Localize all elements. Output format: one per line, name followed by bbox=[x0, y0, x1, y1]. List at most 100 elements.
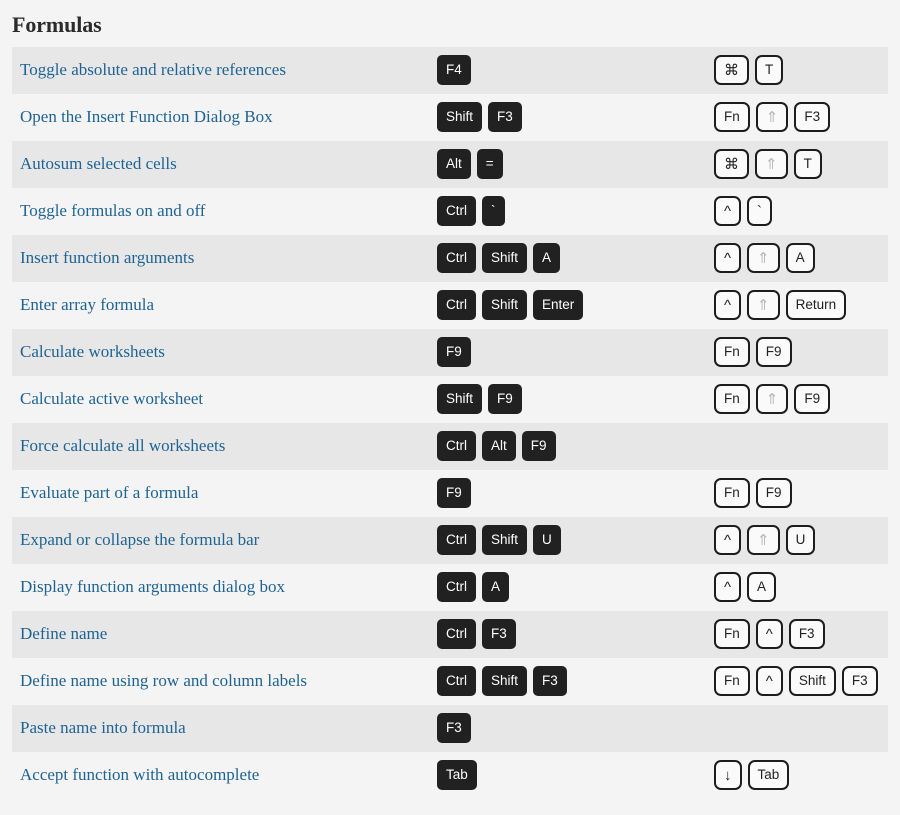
shortcut-description-link[interactable]: Toggle formulas on and off bbox=[12, 200, 437, 222]
shortcut-description-link[interactable]: Autosum selected cells bbox=[12, 153, 437, 175]
mac-keycap: F3 bbox=[841, 666, 878, 696]
shortcut-description-link[interactable]: Evaluate part of a formula bbox=[12, 482, 437, 504]
mac-keycap: Tab bbox=[747, 760, 790, 790]
mac-key-group: ⌘ T bbox=[714, 55, 888, 85]
mac-keycap: F9 bbox=[755, 337, 792, 367]
windows-keycap: Shift bbox=[437, 384, 483, 414]
mac-shortcut-cell: ^ ⇑ U bbox=[714, 517, 888, 564]
mac-shortcut-cell: ⌘ ⇑ T bbox=[714, 141, 888, 188]
shortcut-description-link[interactable]: Define name using row and column labels bbox=[12, 670, 437, 692]
shortcuts-page: Formulas Toggle absolute and relative re… bbox=[0, 0, 900, 815]
shortcut-description-cell: Paste name into formula bbox=[12, 705, 437, 752]
shortcut-description-link[interactable]: Open the Insert Function Dialog Box bbox=[12, 106, 437, 128]
shortcut-description-cell: Define name using row and column labels bbox=[12, 658, 437, 705]
mac-keycap: ^ bbox=[714, 243, 742, 273]
table-row: Evaluate part of a formula F9 Fn F9 bbox=[12, 469, 888, 517]
shortcut-description-link[interactable]: Define name bbox=[12, 623, 437, 645]
windows-keycap: F9 bbox=[437, 478, 471, 508]
windows-keycap: Ctrl bbox=[437, 431, 476, 461]
windows-shortcut-cell: Ctrl ` bbox=[437, 188, 714, 235]
windows-keycap: Ctrl bbox=[437, 619, 476, 649]
mac-keycap: ⇑ bbox=[755, 384, 789, 414]
windows-keycap: F3 bbox=[437, 713, 471, 743]
mac-key-group: ^ ⇑ Return bbox=[714, 290, 888, 320]
mac-key-group: ⌘ ⇑ T bbox=[714, 149, 888, 179]
table-row: Accept function with autocomplete Tab ↓ Tab bbox=[12, 751, 888, 799]
table-row: Calculate active worksheet Shift F9 Fn ⇑ F9 bbox=[12, 375, 888, 423]
windows-key-group: F9 bbox=[437, 337, 714, 367]
mac-shortcut-cell: Fn ^ F3 bbox=[714, 611, 888, 658]
shortcut-description-link[interactable]: Display function arguments dialog box bbox=[12, 576, 437, 598]
mac-shortcut-cell: ^ ` bbox=[714, 188, 888, 235]
windows-keycap: Shift bbox=[437, 102, 483, 132]
shortcut-description-link[interactable]: Toggle absolute and relative references bbox=[12, 59, 437, 81]
mac-keycap: Fn bbox=[714, 619, 750, 649]
mac-keycap: ⇑ bbox=[747, 290, 780, 320]
windows-key-group: Ctrl Shift Enter bbox=[437, 290, 714, 320]
windows-keycap: ` bbox=[482, 196, 505, 226]
mac-shortcut-cell: Fn ^ Shift F3 bbox=[714, 658, 888, 705]
windows-shortcut-cell: Tab bbox=[437, 752, 714, 799]
windows-keycap: F3 bbox=[488, 102, 522, 132]
windows-keycap: Shift bbox=[482, 525, 528, 555]
shortcut-description-link[interactable]: Calculate active worksheet bbox=[12, 388, 437, 410]
windows-shortcut-cell: Ctrl Alt F9 bbox=[437, 423, 714, 470]
mac-keycap: T bbox=[755, 55, 784, 85]
mac-keycap: ↓ bbox=[714, 760, 742, 790]
mac-keycap: ^ bbox=[714, 290, 742, 320]
mac-shortcut-cell: Fn F9 bbox=[714, 470, 888, 517]
windows-key-group: Alt = bbox=[437, 149, 714, 179]
windows-shortcut-cell: Alt = bbox=[437, 141, 714, 188]
table-row: Calculate worksheets F9 Fn F9 bbox=[12, 328, 888, 376]
windows-keycap: Ctrl bbox=[437, 243, 476, 273]
mac-shortcut-cell: ⌘ T bbox=[714, 47, 888, 94]
windows-shortcut-cell: Ctrl Shift U bbox=[437, 517, 714, 564]
windows-key-group: F4 bbox=[437, 55, 714, 85]
mac-shortcut-cell: Fn F9 bbox=[714, 329, 888, 376]
windows-shortcut-cell: Ctrl F3 bbox=[437, 611, 714, 658]
table-row: Insert function arguments Ctrl Shift A ^ ⇑ A bbox=[12, 234, 888, 282]
table-row: Enter array formula Ctrl Shift Enter ^ ⇑ Retur… bbox=[12, 281, 888, 329]
shortcut-description-link[interactable]: Accept function with autocomplete bbox=[12, 764, 437, 786]
shortcut-description-link[interactable]: Force calculate all worksheets bbox=[12, 435, 437, 457]
windows-keycap: A bbox=[533, 243, 561, 273]
shortcut-description-link[interactable]: Insert function arguments bbox=[12, 247, 437, 269]
shortcut-description-link[interactable]: Paste name into formula bbox=[12, 717, 437, 739]
windows-key-group: F9 bbox=[437, 478, 714, 508]
mac-key-group: Fn ^ F3 bbox=[714, 619, 888, 649]
windows-shortcut-cell: Shift F3 bbox=[437, 94, 714, 141]
mac-keycap: ^ bbox=[755, 666, 783, 696]
windows-shortcut-cell: Ctrl Shift F3 bbox=[437, 658, 714, 705]
mac-keycap: ^ bbox=[714, 196, 742, 226]
windows-key-group: Ctrl ` bbox=[437, 196, 714, 226]
mac-keycap: A bbox=[785, 243, 815, 273]
shortcut-description-link[interactable]: Enter array formula bbox=[12, 294, 437, 316]
mac-shortcut-cell: Fn ⇑ F3 bbox=[714, 94, 888, 141]
windows-keycap: F9 bbox=[521, 431, 556, 461]
windows-shortcut-cell: Ctrl A bbox=[437, 564, 714, 611]
mac-keycap: ⇑ bbox=[755, 102, 789, 132]
windows-keycap: Ctrl bbox=[437, 196, 476, 226]
mac-keycap: F9 bbox=[794, 384, 831, 414]
mac-keycap: Fn bbox=[714, 666, 750, 696]
windows-shortcut-cell: F9 bbox=[437, 470, 714, 517]
windows-key-group: F3 bbox=[437, 713, 714, 743]
shortcut-description-link[interactable]: Expand or collapse the formula bar bbox=[12, 529, 437, 551]
windows-shortcut-cell: F9 bbox=[437, 329, 714, 376]
windows-keycap: F3 bbox=[533, 666, 567, 696]
mac-keycap: ^ bbox=[714, 525, 742, 555]
windows-key-group: Ctrl F3 bbox=[437, 619, 714, 649]
shortcut-description-link[interactable]: Calculate worksheets bbox=[12, 341, 437, 363]
mac-keycap: ^ bbox=[755, 619, 783, 649]
windows-keycap: U bbox=[533, 525, 561, 555]
windows-keycap: Ctrl bbox=[437, 572, 476, 602]
windows-keycap: = bbox=[476, 149, 503, 179]
windows-key-group: Ctrl Alt F9 bbox=[437, 431, 714, 461]
windows-key-group: Shift F9 bbox=[437, 384, 714, 414]
windows-keycap: Shift bbox=[482, 290, 528, 320]
windows-key-group: Ctrl Shift U bbox=[437, 525, 714, 555]
windows-keycap: Ctrl bbox=[437, 525, 476, 555]
table-row: Define name using row and column labels C… bbox=[12, 657, 888, 705]
mac-keycap: F3 bbox=[788, 619, 825, 649]
mac-key-group: Fn ^ Shift F3 bbox=[714, 666, 888, 696]
